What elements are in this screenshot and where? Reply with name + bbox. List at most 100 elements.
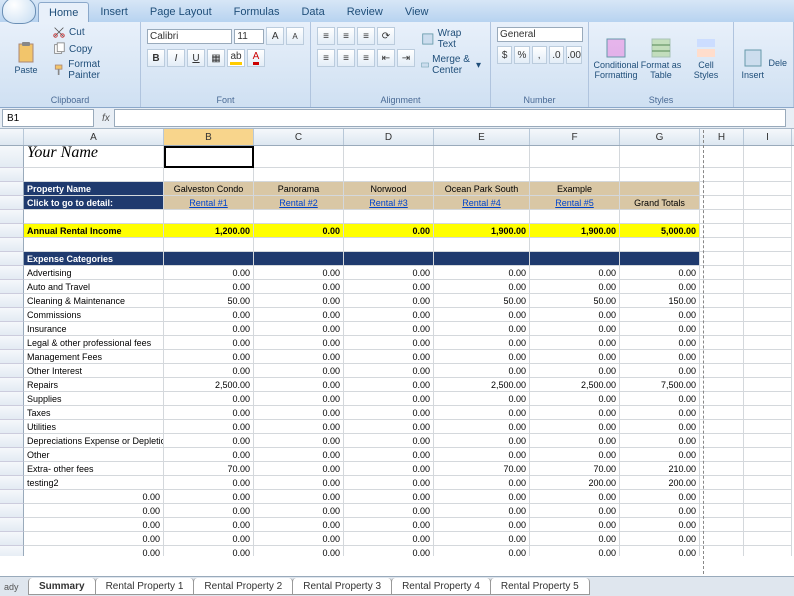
expense-value[interactable]: 0.00 — [434, 308, 530, 322]
percent-button[interactable]: % — [514, 46, 529, 64]
expense-value[interactable]: 200.00 — [530, 476, 620, 490]
expense-name[interactable]: Other — [24, 448, 164, 462]
expense-value[interactable]: 0.00 — [254, 266, 344, 280]
expense-value[interactable]: 0.00 — [620, 336, 700, 350]
tab-page-layout[interactable]: Page Layout — [139, 1, 223, 22]
expense-value[interactable]: 0.00 — [164, 364, 254, 378]
expense-value[interactable]: 0.00 — [254, 308, 344, 322]
expense-value[interactable]: 200.00 — [620, 476, 700, 490]
expense-value[interactable]: 0.00 — [344, 406, 434, 420]
expense-value[interactable]: 2,500.00 — [530, 378, 620, 392]
expense-value[interactable]: 0.00 — [164, 322, 254, 336]
delete-cells-button[interactable]: Dele — [768, 24, 787, 103]
expense-value[interactable]: 0.00 — [620, 350, 700, 364]
wrap-text-button[interactable]: Wrap Text — [418, 27, 484, 51]
expense-name[interactable]: Cleaning & Maintenance — [24, 294, 164, 308]
expense-value[interactable]: 0.00 — [254, 294, 344, 308]
sheet-tab[interactable]: Rental Property 1 — [95, 578, 195, 595]
expense-name[interactable]: Auto and Travel — [24, 280, 164, 294]
indent-dec[interactable]: ⇤ — [377, 49, 395, 67]
name-box[interactable]: B1 — [2, 109, 94, 127]
inc-dec-button[interactable]: .0 — [549, 46, 564, 64]
expense-value[interactable]: 50.00 — [530, 294, 620, 308]
office-button[interactable] — [2, 0, 36, 24]
font-name-select[interactable]: Calibri — [147, 29, 232, 44]
your-name-cell[interactable]: Your Name — [24, 146, 164, 168]
italic-button[interactable]: I — [167, 49, 185, 67]
currency-button[interactable]: $ — [497, 46, 512, 64]
expense-value[interactable]: 0.00 — [620, 448, 700, 462]
col-header[interactable]: E — [434, 129, 530, 145]
col-header[interactable]: I — [744, 129, 792, 145]
expense-value[interactable]: 0.00 — [530, 434, 620, 448]
expense-value[interactable]: 0.00 — [434, 476, 530, 490]
expense-value[interactable]: 0.00 — [530, 392, 620, 406]
expense-value[interactable]: 210.00 — [620, 462, 700, 476]
expense-value[interactable]: 70.00 — [164, 462, 254, 476]
expense-value[interactable]: 0.00 — [620, 322, 700, 336]
expense-value[interactable]: 50.00 — [434, 294, 530, 308]
expense-value[interactable]: 0.00 — [620, 308, 700, 322]
expense-value[interactable]: 0.00 — [254, 420, 344, 434]
expense-value[interactable]: 0.00 — [620, 420, 700, 434]
expense-value[interactable]: 0.00 — [620, 364, 700, 378]
expense-name[interactable]: Legal & other professional fees — [24, 336, 164, 350]
expense-value[interactable]: 0.00 — [254, 322, 344, 336]
expense-name[interactable]: Management Fees — [24, 350, 164, 364]
expense-value[interactable]: 0.00 — [620, 392, 700, 406]
cut-button[interactable]: Cut — [49, 24, 134, 40]
expense-value[interactable]: 50.00 — [164, 294, 254, 308]
expense-value[interactable]: 0.00 — [164, 280, 254, 294]
expense-value[interactable]: 0.00 — [164, 448, 254, 462]
expense-value[interactable]: 0.00 — [164, 308, 254, 322]
align-mid[interactable]: ≡ — [337, 27, 355, 45]
expense-value[interactable]: 70.00 — [434, 462, 530, 476]
expense-value[interactable]: 0.00 — [434, 266, 530, 280]
expense-name[interactable]: Depreciations Expense or Depletion — [24, 434, 164, 448]
expense-name[interactable]: Utilities — [24, 420, 164, 434]
expense-value[interactable]: 0.00 — [530, 266, 620, 280]
rental-link[interactable]: Rental #1 — [164, 196, 254, 210]
fx-icon[interactable]: fx — [102, 113, 110, 124]
col-header[interactable]: F — [530, 129, 620, 145]
expense-value[interactable]: 0.00 — [434, 406, 530, 420]
expense-value[interactable]: 0.00 — [254, 434, 344, 448]
expense-value[interactable]: 2,500.00 — [434, 378, 530, 392]
expense-name[interactable]: Other Interest — [24, 364, 164, 378]
expense-value[interactable]: 0.00 — [620, 266, 700, 280]
fill-color-button[interactable]: ab — [227, 49, 245, 67]
copy-button[interactable]: Copy — [49, 41, 134, 57]
insert-cells-button[interactable]: Insert — [740, 24, 765, 103]
expense-value[interactable]: 0.00 — [434, 448, 530, 462]
format-as-table-button[interactable]: Format as Table — [640, 24, 682, 93]
expense-value[interactable]: 0.00 — [530, 420, 620, 434]
expense-value[interactable]: 0.00 — [164, 406, 254, 420]
expense-value[interactable]: 0.00 — [254, 336, 344, 350]
expense-value[interactable]: 0.00 — [164, 420, 254, 434]
paste-button[interactable]: Paste — [6, 24, 46, 93]
expense-value[interactable]: 0.00 — [530, 364, 620, 378]
expense-value[interactable]: 0.00 — [344, 322, 434, 336]
expense-value[interactable]: 70.00 — [530, 462, 620, 476]
spreadsheet-grid[interactable]: Your Name Property Name Galveston Condo … — [0, 146, 794, 556]
expense-value[interactable]: 0.00 — [164, 392, 254, 406]
expense-name[interactable]: Extra- other fees — [24, 462, 164, 476]
expense-value[interactable]: 0.00 — [254, 378, 344, 392]
expense-value[interactable]: 0.00 — [344, 476, 434, 490]
align-bot[interactable]: ≡ — [357, 27, 375, 45]
rental-link[interactable]: Rental #5 — [530, 196, 620, 210]
expense-value[interactable]: 0.00 — [620, 280, 700, 294]
expense-name[interactable]: Advertising — [24, 266, 164, 280]
expense-value[interactable]: 0.00 — [530, 350, 620, 364]
format-painter-button[interactable]: Format Painter — [49, 58, 134, 82]
expense-name[interactable]: Insurance — [24, 322, 164, 336]
expense-name[interactable]: Repairs — [24, 378, 164, 392]
expense-name[interactable]: Supplies — [24, 392, 164, 406]
col-header[interactable]: H — [700, 129, 744, 145]
expense-value[interactable]: 0.00 — [344, 308, 434, 322]
expense-value[interactable]: 0.00 — [164, 434, 254, 448]
expense-value[interactable]: 0.00 — [254, 448, 344, 462]
expense-value[interactable]: 0.00 — [344, 294, 434, 308]
sheet-tab[interactable]: Rental Property 5 — [490, 578, 590, 595]
selected-cell[interactable] — [164, 146, 254, 168]
